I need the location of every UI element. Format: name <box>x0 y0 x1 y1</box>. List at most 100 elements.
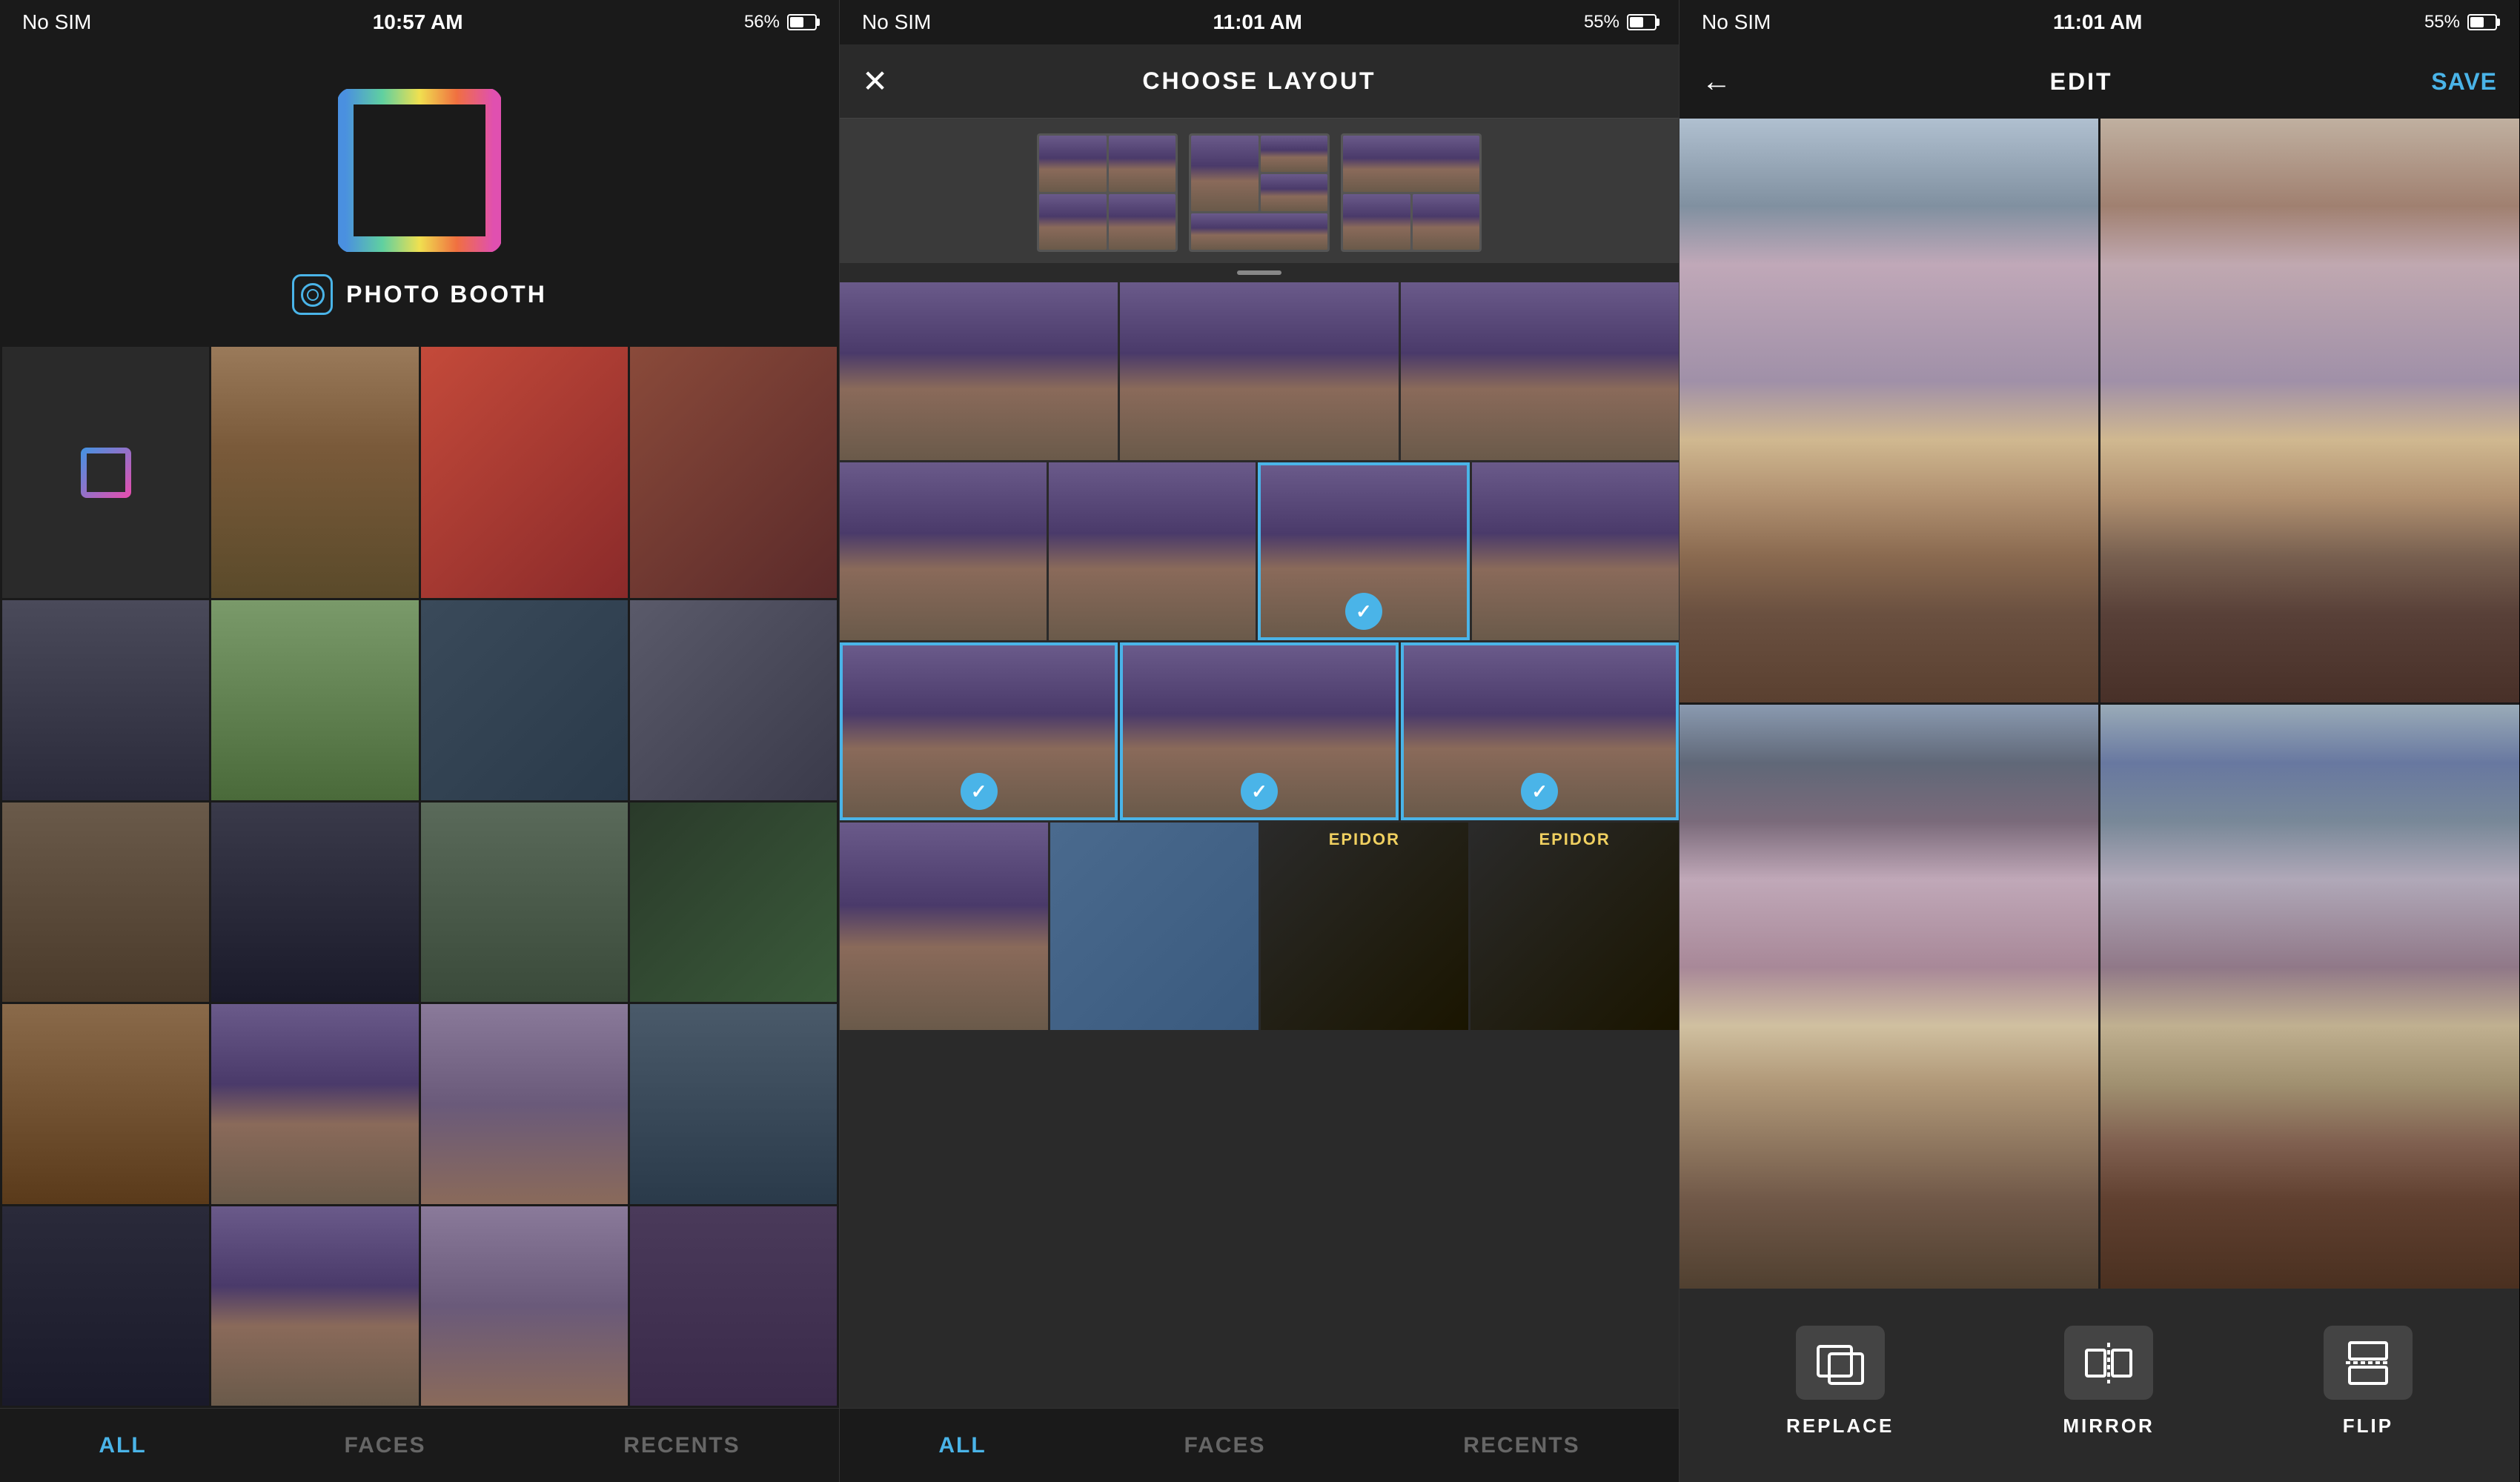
tab-recents-1[interactable]: RECENTS <box>623 1433 740 1458</box>
replace-icon-box <box>1796 1326 1885 1400</box>
layout-photo-1c[interactable] <box>1401 282 1679 460</box>
photo-cell-7[interactable] <box>630 600 837 800</box>
check-badge-1: ✓ <box>1345 593 1382 630</box>
photo-cell-15[interactable] <box>630 1004 837 1203</box>
battery-icon-2 <box>1627 14 1657 30</box>
photo-sim-grey <box>630 600 837 800</box>
photo-sim-slipper <box>2 1004 209 1203</box>
photo-cell-2[interactable] <box>421 347 628 598</box>
back-button[interactable]: ← <box>1702 65 1731 99</box>
photo-cell-1[interactable] <box>211 347 418 598</box>
photo-cell-5[interactable] <box>211 600 418 800</box>
layout-thumb-2[interactable] <box>1189 133 1330 252</box>
check-badge-2: ✓ <box>961 773 998 810</box>
layout-photo-2d[interactable] <box>1472 462 1679 640</box>
layout-thumb-cell-2c <box>1261 174 1328 210</box>
layout-thumb-cell-2a <box>1191 136 1259 211</box>
layout-thumb-3[interactable] <box>1341 133 1482 252</box>
tool-replace[interactable]: REPLACE <box>1786 1326 1894 1438</box>
photo-sim-green-chair <box>630 803 837 1002</box>
photo-cell-18[interactable] <box>421 1206 628 1406</box>
layout-photo-2a[interactable] <box>840 462 1047 640</box>
status-time-2: 11:01 AM <box>1213 10 1302 34</box>
chooselayout-title: CHOOSE LAYOUT <box>1142 67 1376 95</box>
epidor-label-2: EPIDOR <box>1539 830 1610 849</box>
layout-main-area[interactable]: ✓ ✓ ✓ ✓ EPIDOR <box>840 282 1679 1408</box>
photo-sim-person-glasses <box>211 1206 418 1406</box>
layout-thumb-cell-3b <box>1343 194 1410 250</box>
photo-sim-dark-red <box>630 347 837 598</box>
tab-faces-1[interactable]: FACES <box>344 1433 425 1458</box>
tab-all-2[interactable]: ALL <box>938 1433 986 1458</box>
battery-icon-1 <box>787 14 817 30</box>
battery-icon-3 <box>2467 14 2497 30</box>
mirror-label: MIRROR <box>2063 1415 2154 1438</box>
edit-photos-grid <box>1680 119 2519 1289</box>
mirror-icon-box <box>2064 1326 2153 1400</box>
status-time-3: 11:01 AM <box>2053 10 2142 34</box>
layout-logo <box>338 89 501 252</box>
epidor-label-1: EPIDOR <box>1329 830 1400 849</box>
layout-photo-4c-epidor[interactable]: EPIDOR <box>1261 823 1469 1030</box>
photo-sim-dark-2 <box>2 1206 209 1406</box>
layout-photo-2b[interactable] <box>1049 462 1256 640</box>
layout-thumb-cell-1a <box>1039 136 1107 192</box>
photo-cell-6[interactable] <box>421 600 628 800</box>
save-button[interactable]: SAVE <box>2431 68 2497 96</box>
edit-photo-bottom-left[interactable] <box>1680 705 2098 1289</box>
photo-cell-13[interactable] <box>211 1004 418 1203</box>
layout-photo-3c-selected[interactable]: ✓ <box>1401 642 1679 820</box>
scroll-indicator <box>840 263 1679 282</box>
edit-photo-top-left[interactable] <box>1680 119 2098 702</box>
photo-cell-12[interactable] <box>2 1004 209 1203</box>
bottom-tabs-2: ALL FACES RECENTS <box>840 1408 1679 1482</box>
edit-photo-top-right[interactable] <box>2100 119 2519 702</box>
layout-photo-4d-epidor[interactable]: EPIDOR <box>1470 823 1679 1030</box>
photo-cell-8[interactable] <box>2 803 209 1002</box>
photo-cell-16[interactable] <box>2 1206 209 1406</box>
tab-all-1[interactable]: ALL <box>99 1433 146 1458</box>
tab-recents-2[interactable]: RECENTS <box>1463 1433 1579 1458</box>
photo-cell-17[interactable] <box>211 1206 418 1406</box>
layout-photo-3b-selected[interactable]: ✓ <box>1120 642 1398 820</box>
tool-mirror[interactable]: MIRROR <box>2063 1326 2154 1438</box>
status-carrier-2: No SIM <box>862 10 931 34</box>
photobooth-title: PHOTO BOOTH <box>346 281 547 308</box>
layout-thumb-cell-2b <box>1261 136 1328 172</box>
flip-icon <box>2342 1339 2394 1387</box>
photo-cell-10[interactable] <box>421 803 628 1002</box>
photo-sim-ikea <box>2 803 209 1002</box>
layout-thumb-1[interactable] <box>1037 133 1178 252</box>
layout-row-1 <box>840 282 1679 460</box>
battery-percent-1: 56% <box>744 12 780 33</box>
logo-area: PHOTO BOOTH <box>0 44 839 345</box>
photo-sim-red <box>421 347 628 598</box>
layout-photo-1b[interactable] <box>1120 282 1398 460</box>
edit-photo-sim-br <box>2100 705 2519 1289</box>
tab-faces-2[interactable]: FACES <box>1184 1433 1265 1458</box>
replace-label: REPLACE <box>1786 1415 1894 1438</box>
layout-photo-3a-selected[interactable]: ✓ <box>840 642 1118 820</box>
photo-cell-9[interactable] <box>211 803 418 1002</box>
photo-cell-19[interactable] <box>630 1206 837 1406</box>
check-badge-4: ✓ <box>1521 773 1558 810</box>
photo-cell-11[interactable] <box>630 803 837 1002</box>
mirror-icon <box>2083 1339 2135 1387</box>
layout-photo-1a[interactable] <box>840 282 1118 460</box>
photo-sim-blue <box>421 600 628 800</box>
photo-cell-3[interactable] <box>630 347 837 598</box>
layout-thumb-cell-3a <box>1343 136 1479 192</box>
photo-cell-4[interactable] <box>2 600 209 800</box>
layout-photo-4b-plane[interactable] <box>1050 823 1259 1030</box>
layout-row-3: ✓ ✓ ✓ <box>840 642 1679 820</box>
tool-flip[interactable]: FLIP <box>2324 1326 2413 1438</box>
photo-cell-app-icon[interactable] <box>2 347 209 598</box>
layout-previews <box>840 119 1679 263</box>
photobooth-label: PHOTO BOOTH <box>292 274 547 315</box>
close-button[interactable]: ✕ <box>862 63 888 99</box>
photo-cell-14[interactable] <box>421 1004 628 1203</box>
layout-photo-4a[interactable] <box>840 823 1048 1030</box>
edit-photo-bottom-right[interactable] <box>2100 705 2519 1289</box>
layout-photo-2c-selected[interactable]: ✓ <box>1258 462 1470 640</box>
camera-lens-icon <box>301 283 325 307</box>
